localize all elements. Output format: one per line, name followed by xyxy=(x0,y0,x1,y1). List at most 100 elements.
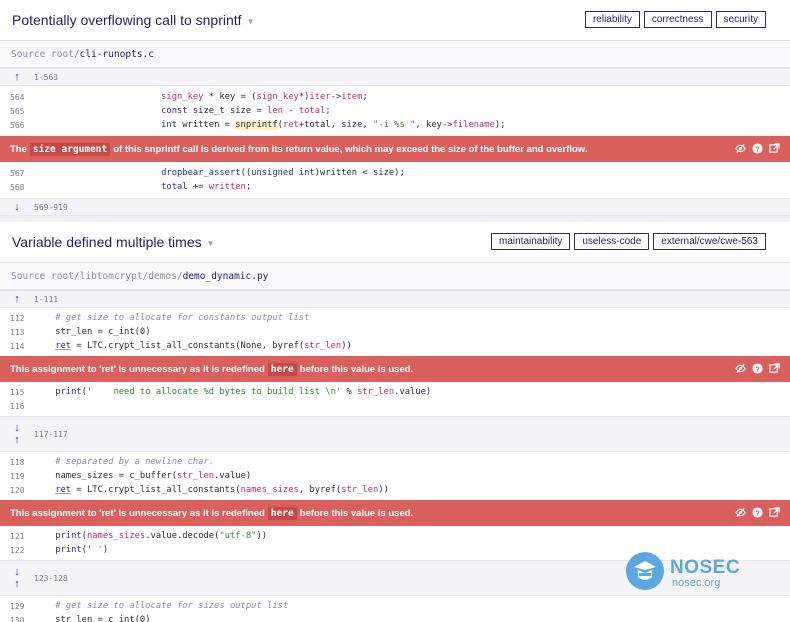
nosec-logo-icon xyxy=(625,551,665,596)
line-number[interactable]: 129 xyxy=(0,602,34,611)
code-token: ' ' xyxy=(86,545,103,555)
alert-chip[interactable]: here xyxy=(267,506,297,520)
code-line: 129 # get size to allocate for sizes out… xyxy=(0,599,790,613)
line-number[interactable]: 130 xyxy=(0,616,34,622)
line-number[interactable]: 119 xyxy=(0,472,34,481)
chevron-down-icon[interactable]: ▼ xyxy=(207,239,215,248)
code-token: total xyxy=(161,182,188,192)
arrow-down-icon[interactable]: ↓ xyxy=(14,422,20,434)
fold-range: 569-919 xyxy=(34,202,68,212)
code-token: ; xyxy=(325,106,331,116)
eye-slash-icon[interactable] xyxy=(735,363,746,374)
line-number[interactable]: 122 xyxy=(0,546,34,555)
source-path: Source root/libtomcrypt/demos/demo_dynam… xyxy=(0,262,790,290)
arrow-up-icon[interactable]: ↑ xyxy=(14,434,20,446)
line-number[interactable]: 567 xyxy=(0,169,34,178)
line-number[interactable]: 121 xyxy=(0,532,34,541)
code-token: names_sizes = c_buffer( xyxy=(34,471,177,481)
code-token: const xyxy=(161,106,188,116)
arrow-up-icon[interactable]: ↑ xyxy=(0,293,34,305)
eye-slash-icon[interactable] xyxy=(735,143,746,154)
line-number[interactable]: 112 xyxy=(0,314,34,323)
code-token: "-i %s " xyxy=(372,120,416,130)
code-token: # separated by a newline char. xyxy=(55,457,215,467)
code-line: 568 total += written; xyxy=(0,180,790,194)
line-number[interactable]: 118 xyxy=(0,458,34,467)
code-token: , byref( xyxy=(298,485,342,495)
question-circle-icon[interactable]: ? xyxy=(752,143,763,154)
line-number[interactable]: 564 xyxy=(0,93,34,102)
source-file-link[interactable]: demo_dynamic.py xyxy=(183,271,269,282)
question-circle-icon[interactable]: ? xyxy=(752,507,763,518)
arrow-down-icon[interactable]: ↓ xyxy=(14,566,20,578)
code-token: names_sizes xyxy=(86,531,146,541)
code-token: += xyxy=(187,182,209,192)
tag-maintainability[interactable]: maintainability xyxy=(490,233,571,250)
alert-chip[interactable]: here xyxy=(267,362,297,376)
code-text: str_len = c_int(0) xyxy=(34,615,150,622)
card-title[interactable]: Potentially overflowing call to snprintf xyxy=(12,12,242,28)
code-line: 565 const size_t size = len - total; xyxy=(0,104,790,118)
code-token: ); xyxy=(494,120,506,130)
alert-chip[interactable]: size argument xyxy=(29,142,111,156)
code-text: total += written; xyxy=(34,182,251,192)
tag-cwe-563[interactable]: external/cwe/cwe-563 xyxy=(653,233,766,250)
code-token: (( xyxy=(240,168,252,178)
code-token: "utf-8" xyxy=(219,531,257,541)
line-number[interactable]: 114 xyxy=(0,342,34,351)
tag-list: maintainability useless-code external/cw… xyxy=(490,233,766,250)
code-line: 115 print(' need to allocate %d bytes to… xyxy=(0,385,790,399)
alert-message: The size argument of this snprintf call … xyxy=(0,136,790,162)
fold-expander-bottom[interactable]: ↓ 569-919 xyxy=(0,198,790,216)
question-circle-icon[interactable]: ? xyxy=(752,363,763,374)
code-token: iter xyxy=(309,92,331,102)
code-token: .value) xyxy=(214,471,252,481)
code-token: str_len xyxy=(177,471,215,481)
eye-slash-icon[interactable] xyxy=(735,507,746,518)
line-number[interactable]: 116 xyxy=(0,402,34,411)
code-text: ret = LTC.crypt_list_all_constants(None,… xyxy=(34,341,352,351)
code-text: # separated by a newline char. xyxy=(34,457,214,467)
arrow-down-icon[interactable]: ↓ xyxy=(0,201,34,213)
code-text: print(names_sizes.value.decode("utf-8")) xyxy=(34,531,267,541)
external-link-icon[interactable] xyxy=(769,507,780,518)
source-prefix[interactable]: Source root/ xyxy=(11,49,80,60)
source-file-link[interactable]: cli-runopts.c xyxy=(80,49,154,60)
tag-security[interactable]: security xyxy=(715,11,766,28)
code-token: ; xyxy=(245,182,252,192)
card-header: Variable defined multiple times ▼ mainta… xyxy=(0,222,790,262)
code-token: item xyxy=(341,92,363,102)
code-token: dropbear_assert xyxy=(161,168,241,178)
fold-expander-top[interactable]: ↑ 1-111 xyxy=(0,290,790,308)
line-number[interactable]: 568 xyxy=(0,183,34,192)
tag-useless-code[interactable]: useless-code xyxy=(574,233,650,250)
code-token: )) xyxy=(256,531,268,541)
code-line: 119 names_sizes = c_buffer(str_len.value… xyxy=(0,469,790,483)
external-link-icon[interactable] xyxy=(769,363,780,374)
arrow-up-icon[interactable]: ↑ xyxy=(14,578,20,590)
tag-reliability[interactable]: reliability xyxy=(584,11,640,28)
arrow-up-icon[interactable]: ↑ xyxy=(0,71,34,83)
fold-expander-top[interactable]: ↑ 1-563 xyxy=(0,68,790,86)
code-text: ret = LTC.crypt_list_all_constants(names… xyxy=(34,485,389,495)
code-text: const size_t size = len - total; xyxy=(34,106,331,116)
line-number[interactable]: 566 xyxy=(0,121,34,130)
source-prefix[interactable]: Source root/libtomcrypt/demos/ xyxy=(11,271,183,282)
code-line: 113 str_len = c_int(0) xyxy=(0,325,790,339)
fold-expander-middle[interactable]: ↓ ↑ 117-117 xyxy=(0,416,790,452)
line-number[interactable]: 120 xyxy=(0,486,34,495)
chevron-down-icon[interactable]: ▼ xyxy=(247,17,255,26)
code-line: 120 ret = LTC.crypt_list_all_constants(n… xyxy=(0,483,790,497)
line-number[interactable]: 113 xyxy=(0,328,34,337)
card-title[interactable]: Variable defined multiple times xyxy=(12,234,202,250)
line-number[interactable]: 565 xyxy=(0,107,34,116)
external-link-icon[interactable] xyxy=(769,143,780,154)
tag-list: reliability correctness security xyxy=(584,11,766,28)
tag-correctness[interactable]: correctness xyxy=(643,11,712,28)
line-number[interactable]: 115 xyxy=(0,388,34,397)
